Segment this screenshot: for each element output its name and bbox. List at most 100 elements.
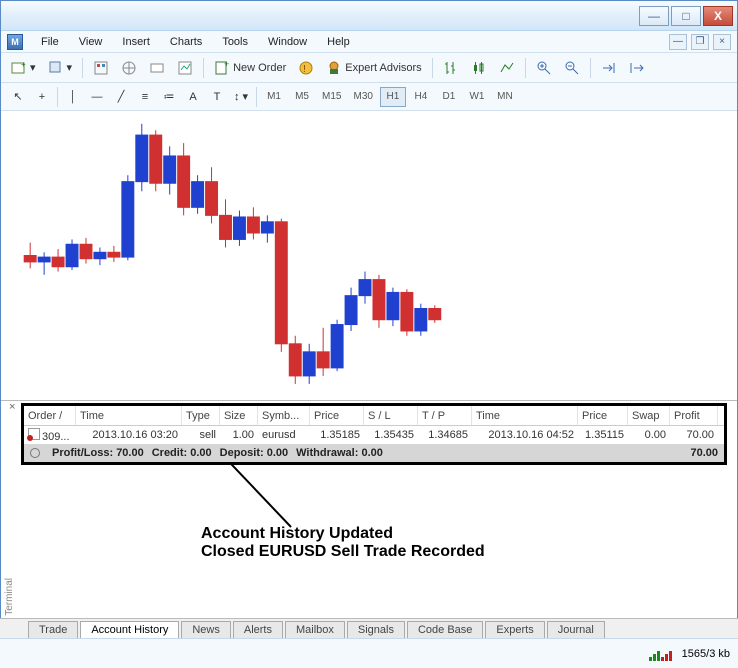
close-button[interactable]: X <box>703 6 733 26</box>
vline-button[interactable]: │ <box>62 86 84 108</box>
menu-help[interactable]: Help <box>317 33 360 51</box>
col-sl[interactable]: S / L <box>364 406 418 425</box>
tf-h4[interactable]: H4 <box>408 87 434 107</box>
col-order[interactable]: Order / <box>24 406 76 425</box>
connection-bars-icon <box>649 647 672 661</box>
tab-mailbox[interactable]: Mailbox <box>285 621 345 638</box>
new-chart-icon: + <box>11 60 27 76</box>
order-icon <box>28 428 40 440</box>
col-size[interactable]: Size <box>220 406 258 425</box>
svg-text:!: ! <box>303 64 306 75</box>
svg-text:+: + <box>224 60 229 69</box>
cursor-icon: ↖ <box>13 90 22 103</box>
zoom-out-button[interactable] <box>560 57 584 79</box>
text-label-button[interactable]: T <box>206 86 228 108</box>
child-restore-button[interactable]: ❐ <box>691 34 709 50</box>
market-watch-icon <box>93 60 109 76</box>
panel-close-button[interactable]: × <box>9 401 15 413</box>
menu-file[interactable]: File <box>31 33 69 51</box>
trendline-button[interactable]: ╱ <box>110 86 132 108</box>
menu-charts[interactable]: Charts <box>160 33 212 51</box>
navigator-icon <box>121 60 137 76</box>
arrows-button[interactable]: ↕▾ <box>230 86 252 108</box>
autotrading-button[interactable]: ! <box>294 57 318 79</box>
hline-button[interactable]: — <box>86 86 108 108</box>
history-row[interactable]: 309... 2013.10.16 03:20 sell 1.00 eurusd… <box>24 426 724 444</box>
autotrading-icon: ! <box>298 60 314 76</box>
col-symbol[interactable]: Symb... <box>258 406 310 425</box>
tab-trade[interactable]: Trade <box>28 621 78 638</box>
chartshift-button[interactable] <box>625 57 649 79</box>
navigator-button[interactable] <box>117 57 141 79</box>
annotation-line1: Account History Updated <box>201 525 485 543</box>
tf-m5[interactable]: M5 <box>289 87 315 107</box>
close-icon: X <box>714 9 722 23</box>
col-swap[interactable]: Swap <box>628 406 670 425</box>
col-price[interactable]: Price <box>310 406 364 425</box>
minimize-button[interactable]: — <box>639 6 669 26</box>
col-time2[interactable]: Time <box>472 406 578 425</box>
maximize-icon: □ <box>682 9 689 23</box>
menu-tools[interactable]: Tools <box>212 33 258 51</box>
new-chart-button[interactable]: +▾ <box>7 57 40 79</box>
arrows-icon: ↕ <box>234 91 240 103</box>
line-chart-button[interactable] <box>495 57 519 79</box>
tf-w1[interactable]: W1 <box>464 87 490 107</box>
main-toolbar: +▾ ▾ + New Order ! Expert Advisors <box>1 53 737 83</box>
tab-signals[interactable]: Signals <box>347 621 405 638</box>
line-chart-icon <box>499 60 515 76</box>
terminal-tabs: Trade Account History News Alerts Mailbo… <box>0 618 738 638</box>
chartshift-icon <box>629 60 645 76</box>
menu-window[interactable]: Window <box>258 33 317 51</box>
candle-chart-button[interactable] <box>467 57 491 79</box>
strategy-tester-button[interactable] <box>173 57 197 79</box>
chart-area[interactable] <box>1 111 737 401</box>
expert-advisors-button[interactable]: Expert Advisors <box>322 57 425 79</box>
col-type[interactable]: Type <box>182 406 220 425</box>
channel-button[interactable]: ≡ <box>134 86 156 108</box>
maximize-button[interactable]: □ <box>671 6 701 26</box>
tf-h1[interactable]: H1 <box>380 87 406 107</box>
vline-icon: │ <box>70 91 77 103</box>
col-tp[interactable]: T / P <box>418 406 472 425</box>
market-watch-button[interactable] <box>89 57 113 79</box>
network-status: 1565/3 kb <box>682 648 730 660</box>
tf-mn[interactable]: MN <box>492 87 518 107</box>
svg-text:+: + <box>21 60 26 69</box>
terminal-panel: Order / Time Type Size Symb... Price S /… <box>21 403 727 465</box>
new-order-icon: + <box>214 60 230 76</box>
tab-code-base[interactable]: Code Base <box>407 621 483 638</box>
label-icon: T <box>214 91 221 103</box>
menu-insert[interactable]: Insert <box>112 33 160 51</box>
annotation-area: Account History Updated Closed EURUSD Se… <box>1 465 737 600</box>
zoom-in-icon <box>536 60 552 76</box>
tf-m15[interactable]: M15 <box>317 87 346 107</box>
child-close-button[interactable]: × <box>713 34 731 50</box>
cursor-button[interactable]: ↖ <box>7 86 29 108</box>
tab-news[interactable]: News <box>181 621 231 638</box>
col-price2[interactable]: Price <box>578 406 628 425</box>
text-button[interactable]: A <box>182 86 204 108</box>
tab-journal[interactable]: Journal <box>547 621 605 638</box>
profiles-button[interactable]: ▾ <box>44 57 77 79</box>
tf-m30[interactable]: M30 <box>348 87 377 107</box>
new-order-button[interactable]: + New Order <box>210 57 290 79</box>
tf-m1[interactable]: M1 <box>261 87 287 107</box>
tf-d1[interactable]: D1 <box>436 87 462 107</box>
tab-alerts[interactable]: Alerts <box>233 621 283 638</box>
tab-account-history[interactable]: Account History <box>80 621 179 638</box>
crosshair-button[interactable]: + <box>31 86 53 108</box>
col-profit[interactable]: Profit <box>670 406 718 425</box>
summary-icon <box>30 448 40 458</box>
child-minimize-button[interactable]: — <box>669 34 687 50</box>
expert-advisors-label: Expert Advisors <box>345 62 421 74</box>
col-time[interactable]: Time <box>76 406 182 425</box>
bar-chart-icon <box>443 60 459 76</box>
fibo-button[interactable]: ≔ <box>158 86 180 108</box>
terminal-button[interactable] <box>145 57 169 79</box>
tab-experts[interactable]: Experts <box>485 621 544 638</box>
autoscroll-button[interactable] <box>597 57 621 79</box>
menu-view[interactable]: View <box>69 33 113 51</box>
bar-chart-button[interactable] <box>439 57 463 79</box>
zoom-in-button[interactable] <box>532 57 556 79</box>
